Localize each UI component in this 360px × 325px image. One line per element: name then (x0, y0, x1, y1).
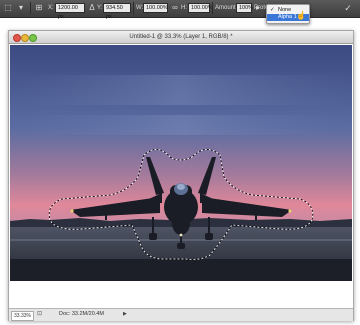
jet-photo (10, 45, 352, 281)
hand-cursor-icon: ☝ (296, 11, 306, 20)
x-field[interactable]: 1200.00 px (55, 3, 85, 20)
w-field[interactable]: 100.00% (143, 3, 168, 13)
reference-point-icon[interactable]: ⊞ (34, 3, 44, 13)
divider (30, 2, 31, 14)
link-icon[interactable]: Δ (87, 3, 97, 13)
document-info-icon[interactable]: ⊡ (37, 309, 42, 320)
divider (133, 2, 134, 14)
document-window: Untitled-1 @ 33.3% (Layer 1, RGB/8) * 33… (8, 30, 354, 321)
divider (212, 2, 213, 14)
title-bar[interactable]: Untitled-1 @ 33.3% (Layer 1, RGB/8) * (9, 31, 353, 44)
zoom-button[interactable] (29, 34, 37, 42)
document-title: Untitled-1 @ 33.3% (Layer 1, RGB/8) * (129, 34, 233, 40)
document-size-info: Doc: 33.2M/20.4M (59, 311, 104, 317)
canvas-image[interactable] (10, 45, 352, 281)
h-label: H: (181, 5, 187, 11)
commit-icon[interactable]: ✓ (342, 3, 354, 13)
y-label: Y: (97, 5, 103, 11)
y-field[interactable]: 934.50 px (103, 3, 131, 20)
status-menu-arrow-icon[interactable]: ▶ (123, 309, 127, 320)
status-bar: 33.33% ⊡ Doc: 33.2M/20.4M ▶ (9, 308, 353, 321)
close-button[interactable] (13, 34, 21, 42)
amount-label: Amount (215, 5, 236, 11)
x-label: X: (48, 5, 54, 11)
minimize-button[interactable] (21, 34, 29, 42)
zoom-level-field[interactable]: 33.33% (11, 311, 34, 321)
chain-icon[interactable]: ∞ (170, 3, 180, 13)
check-icon: ✓ (270, 7, 275, 13)
h-field[interactable]: 100.00% (188, 3, 213, 13)
amount-field[interactable]: 100% (236, 3, 253, 13)
chevron-down-icon[interactable]: ▾ (16, 3, 26, 13)
menu-item-label: None (278, 7, 292, 13)
menu-item-label: Alpha 1 (278, 14, 297, 20)
tool-preset-icon[interactable]: ⬚ (3, 3, 13, 13)
